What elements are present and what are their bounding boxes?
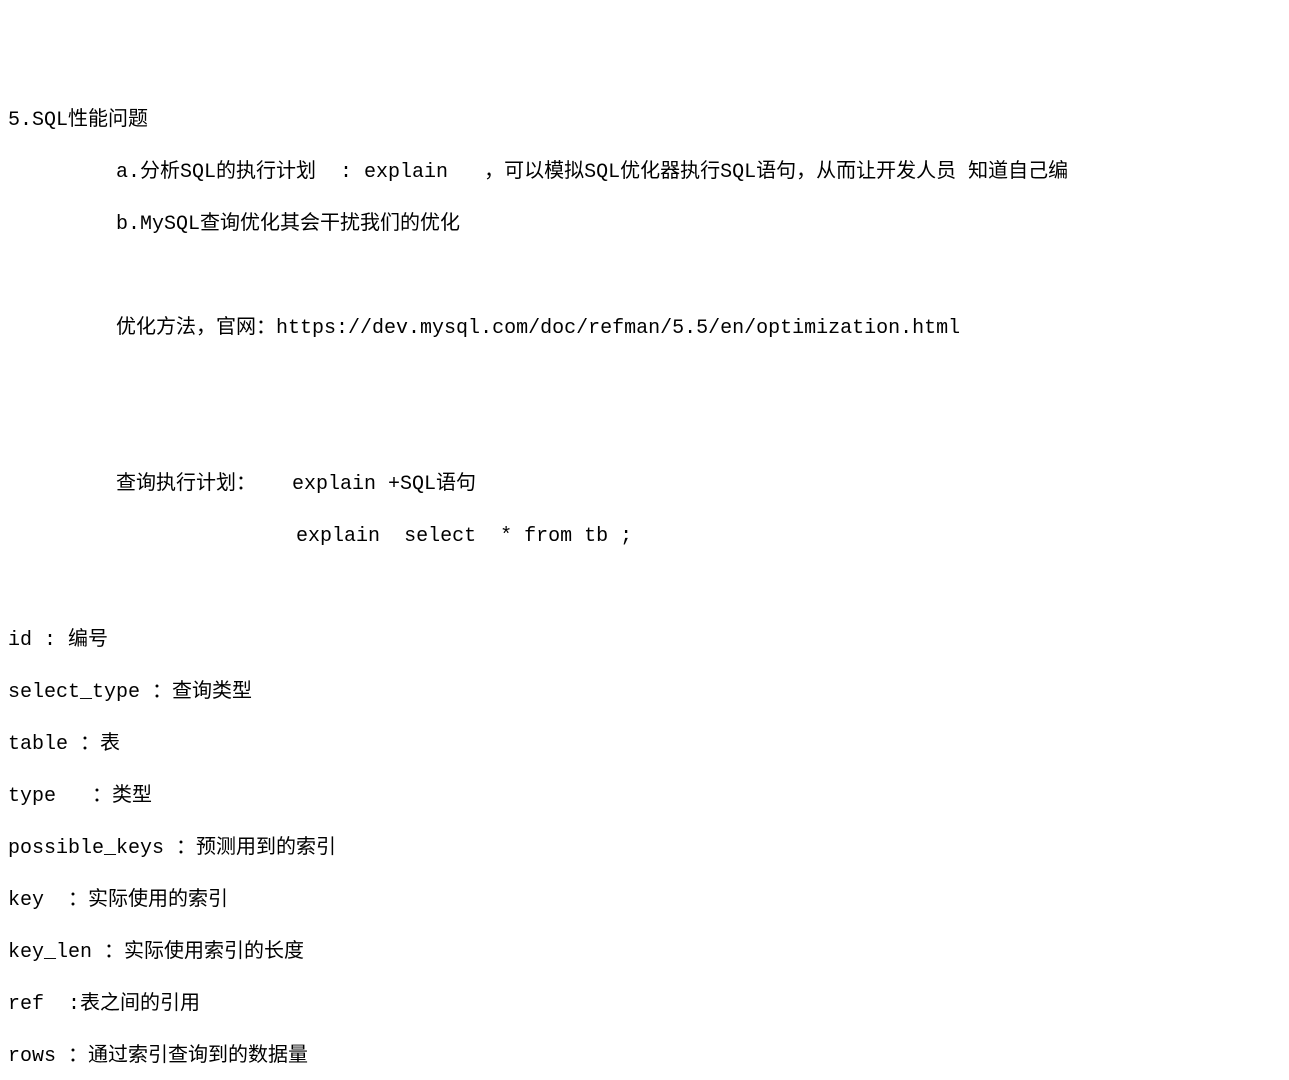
opt-method-text: 优化方法，官网：https://dev.mysql.com/doc/refman… (116, 317, 960, 340)
field-type: type ：类型 (8, 784, 1281, 810)
blank-line (8, 264, 1281, 290)
field-select-type: select_type ：查询类型 (8, 680, 1281, 706)
blank-line (8, 576, 1281, 602)
item-a-text: a.分析SQL的执行计划 : explain ，可以模拟SQL优化器执行SQL语… (116, 161, 1068, 184)
field-ref: ref :表之间的引用 (8, 992, 1281, 1018)
plan-label-text: 查询执行计划： explain +SQL语句 (116, 473, 476, 496)
field-possible-keys: possible_keys ：预测用到的索引 (8, 836, 1281, 862)
plan-example: explain select * from tb ; (8, 524, 1281, 550)
item-b-text: b.MySQL查询优化其会干扰我们的优化 (116, 213, 460, 236)
opt-method: 优化方法，官网：https://dev.mysql.com/doc/refman… (8, 316, 1281, 342)
list-item-b: b.MySQL查询优化其会干扰我们的优化 (8, 212, 1281, 238)
field-key: key ：实际使用的索引 (8, 888, 1281, 914)
field-key-len: key_len ：实际使用索引的长度 (8, 940, 1281, 966)
plan-label: 查询执行计划： explain +SQL语句 (8, 472, 1281, 498)
field-table: table ：表 (8, 732, 1281, 758)
blank-line (8, 420, 1281, 446)
section-heading: 5.SQL性能问题 (8, 108, 1281, 134)
field-rows: rows ：通过索引查询到的数据量 (8, 1044, 1281, 1070)
field-id: id : 编号 (8, 628, 1281, 654)
plan-example-text: explain select * from tb ; (296, 525, 632, 548)
blank-line (8, 368, 1281, 394)
list-item-a: a.分析SQL的执行计划 : explain ，可以模拟SQL优化器执行SQL语… (8, 160, 1281, 186)
